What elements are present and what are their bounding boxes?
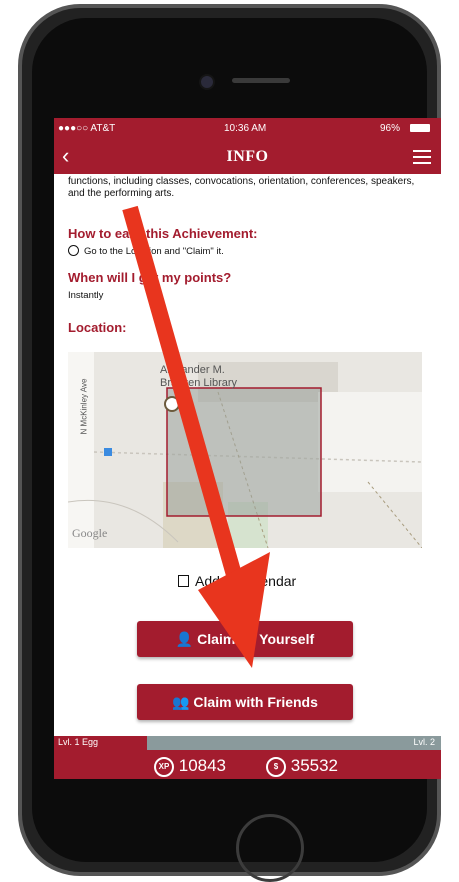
group-icon: 👥	[172, 694, 190, 710]
clock-icon	[68, 245, 79, 256]
coin-icon: $	[266, 756, 286, 777]
location-map[interactable]: Alexander M. Bracken Library N McKinley …	[68, 352, 422, 548]
level-progress-bar: Lvl. 1 Egg Lvl. 2	[54, 736, 441, 750]
current-level: Lvl. 1 Egg	[58, 737, 99, 747]
next-level: Lvl. 2	[413, 737, 435, 747]
page-title: INFO	[226, 148, 269, 165]
clock: 10:36 AM	[224, 123, 267, 134]
calendar-icon	[178, 575, 189, 587]
achievement-description: functions, including classes, convocatio…	[68, 176, 415, 199]
points-bar: XP 10843 $ 35532	[54, 750, 441, 779]
when-points-heading: When will I get my points?	[68, 270, 232, 285]
coin-counter: $ 35532	[266, 756, 338, 777]
nav-bar: ‹ INFO	[54, 140, 441, 174]
location-heading: Location:	[68, 320, 127, 335]
claim-with-friends-button[interactable]: 👥 Claim with Friends	[137, 684, 353, 720]
level-progress-track	[146, 736, 441, 750]
map-place-label: Alexander M. Bracken Library	[160, 364, 238, 389]
xp-icon: XP	[154, 756, 174, 777]
when-points-answer: Instantly	[68, 290, 104, 301]
add-to-calendar-label: Add to Calendar	[195, 573, 297, 589]
xp-counter: XP 10843	[154, 756, 226, 777]
carrier-label: ●●●○○ AT&T	[58, 123, 116, 134]
google-attribution: Google	[72, 526, 108, 540]
earpiece-speaker	[232, 78, 290, 83]
xp-value: 10843	[178, 756, 227, 775]
how-to-earn-heading: How to earn this Achievement:	[68, 226, 258, 241]
how-to-earn-step: Go to the Location and "Claim" it.	[68, 245, 224, 257]
claim-by-yourself-button[interactable]: 👤 Claim by Yourself	[137, 621, 353, 657]
add-to-calendar-link[interactable]: Add to Calendar	[178, 573, 296, 589]
battery-percent: 96%	[380, 123, 401, 134]
battery-icon	[410, 124, 430, 132]
status-bar: ●●●○○ AT&T 10:36 AM 96%	[54, 118, 441, 140]
claim-by-yourself-label: Claim by Yourself	[197, 631, 315, 647]
coin-value: 35532	[290, 756, 339, 775]
map-street-label: N McKinley Ave	[79, 378, 89, 435]
claim-with-friends-label: Claim with Friends	[193, 694, 318, 710]
how-to-earn-step-text: Go to the Location and "Claim" it.	[84, 246, 224, 257]
hamburger-icon[interactable]	[413, 150, 431, 164]
app-screen: ●●●○○ AT&T 10:36 AM 96% ‹ INFO functions…	[54, 118, 441, 779]
person-icon: 👤	[175, 631, 194, 647]
home-button[interactable]	[236, 814, 304, 882]
front-camera	[199, 74, 215, 90]
